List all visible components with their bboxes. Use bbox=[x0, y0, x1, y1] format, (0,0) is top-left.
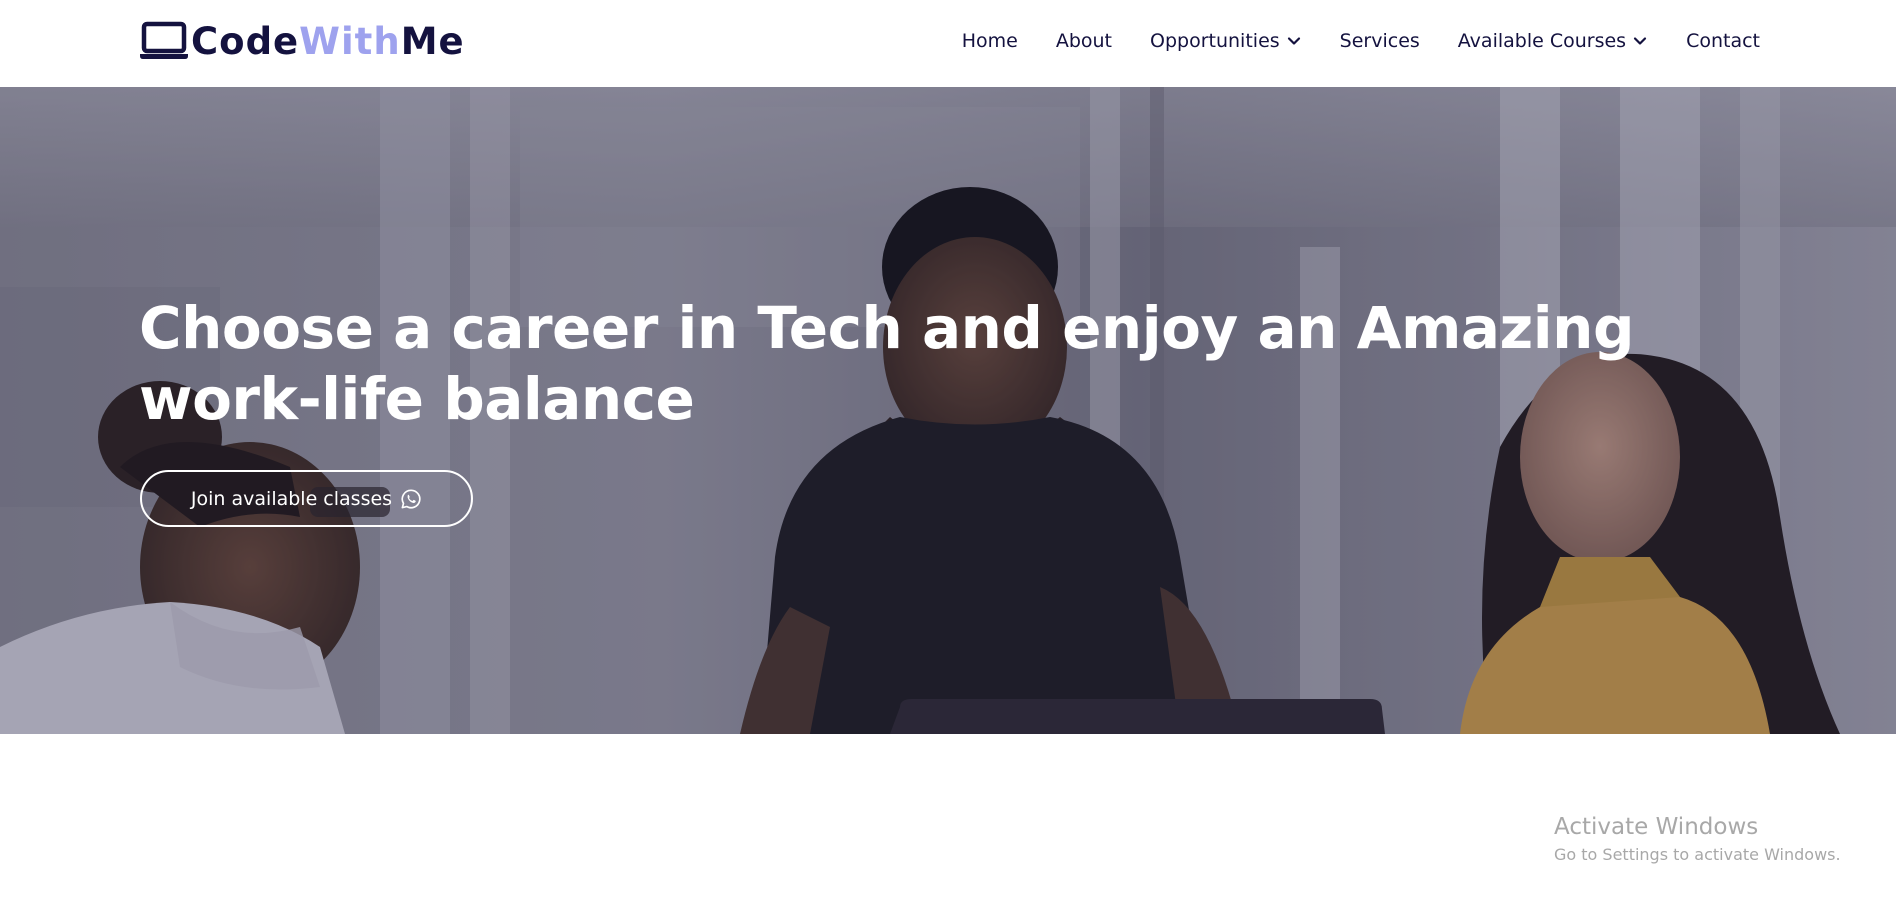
brand-wordmark-with: With bbox=[299, 19, 401, 63]
brand-logo[interactable]: CodeWithMe bbox=[139, 17, 465, 65]
site-header: CodeWithMe Home About Opportunities Serv… bbox=[0, 0, 1896, 87]
nav-item-label: About bbox=[1055, 30, 1113, 52]
nav-item-contact[interactable]: Contact bbox=[1667, 30, 1760, 52]
whatsapp-icon bbox=[401, 488, 421, 509]
brand-wordmark-me: Me bbox=[400, 19, 465, 63]
nav-item-opportunities[interactable]: Opportunities bbox=[1131, 30, 1321, 52]
nav-item-about[interactable]: About bbox=[1037, 30, 1131, 52]
brand-wordmark: CodeWithMe bbox=[191, 20, 465, 63]
nav-item-label: Services bbox=[1339, 30, 1420, 52]
chevron-down-icon bbox=[1287, 37, 1300, 45]
chevron-down-icon bbox=[1633, 37, 1647, 45]
main-nav: Home About Opportunities Services Availa… bbox=[943, 22, 1760, 60]
nav-item-home[interactable]: Home bbox=[943, 30, 1037, 52]
activation-title: Activate Windows bbox=[1554, 814, 1759, 840]
join-classes-button[interactable]: Join available classes bbox=[140, 470, 473, 527]
windows-activation-watermark: Activate Windows Go to Settings to activ… bbox=[1554, 812, 1841, 868]
nav-item-services[interactable]: Services bbox=[1321, 30, 1439, 52]
nav-item-label: Home bbox=[961, 30, 1018, 52]
nav-item-label: Available Courses bbox=[1457, 30, 1627, 52]
hero-section: Choose a career in Tech and enjoy an Ama… bbox=[0, 87, 1896, 734]
brand-wordmark-code: Code bbox=[191, 19, 300, 63]
activation-subtitle: Go to Settings to activate Windows. bbox=[1554, 845, 1841, 864]
hero-title: Choose a career in Tech and enjoy an Ama… bbox=[139, 294, 1634, 433]
laptop-icon bbox=[140, 21, 188, 59]
nav-item-available-courses[interactable]: Available Courses bbox=[1439, 30, 1667, 52]
join-classes-label: Join available classes bbox=[190, 487, 393, 510]
nav-item-label: Opportunities bbox=[1150, 30, 1280, 52]
nav-item-label: Contact bbox=[1686, 30, 1760, 52]
